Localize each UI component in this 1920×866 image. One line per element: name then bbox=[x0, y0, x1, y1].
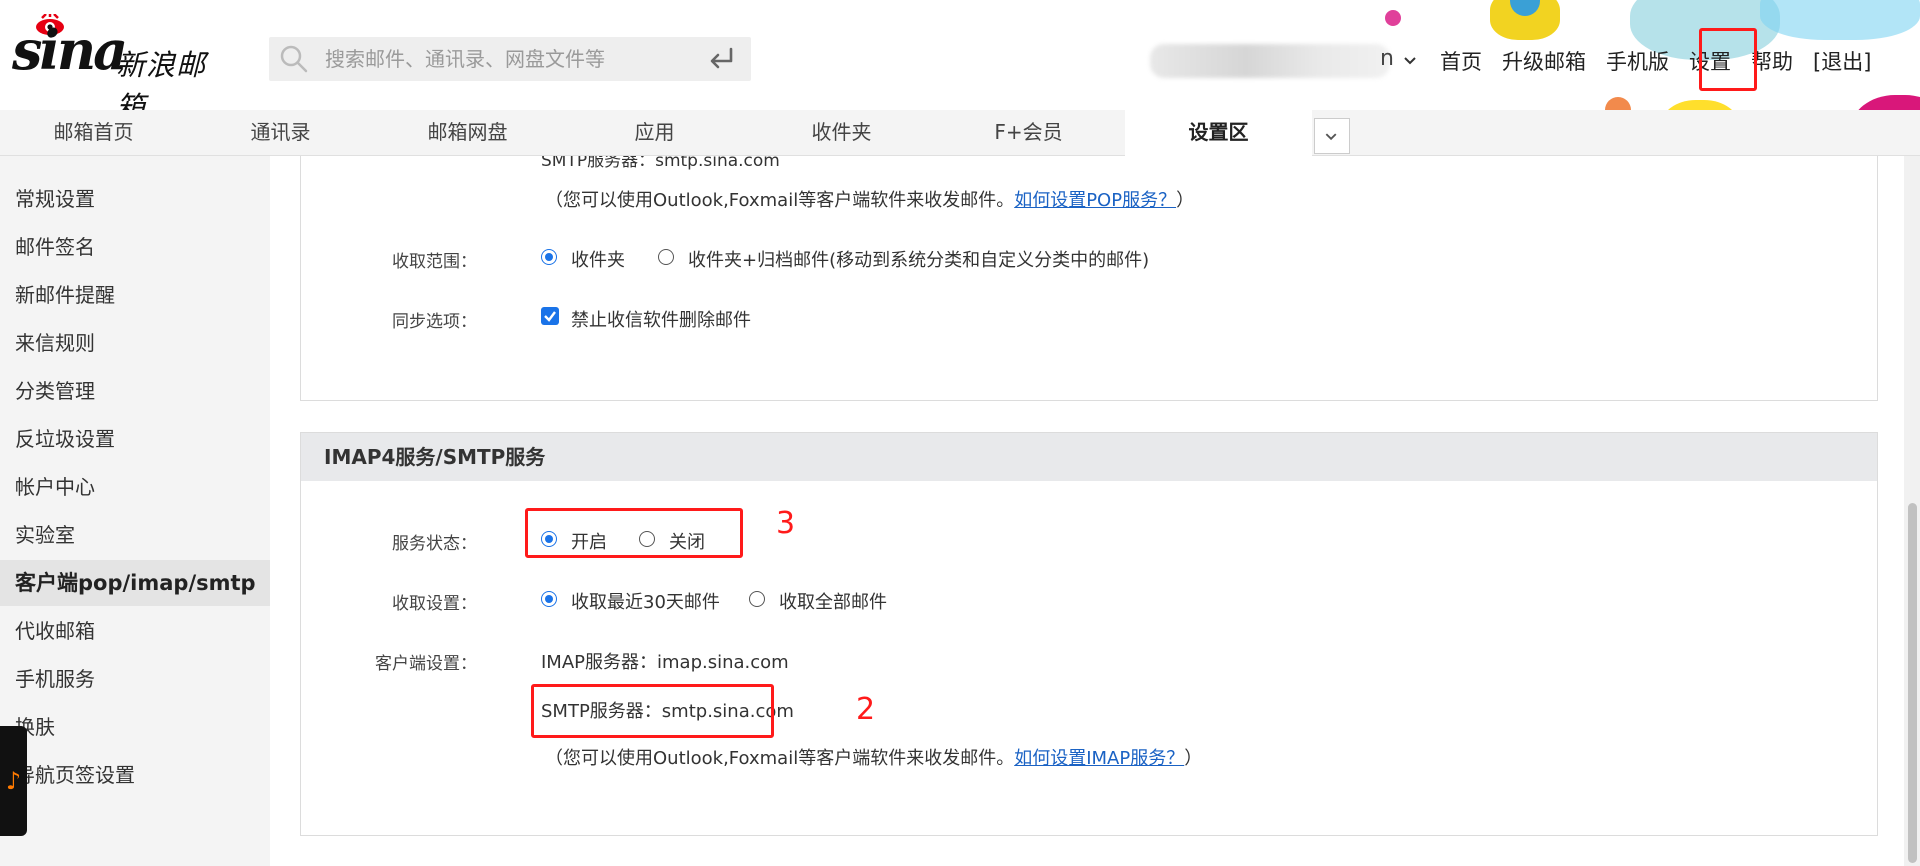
sync-label: 同步选项： bbox=[392, 312, 477, 332]
pop-help-note: （您可以使用Outlook,Foxmail等客户端软件来收发邮件。如何设置POP… bbox=[545, 186, 1194, 212]
sina-mail-logo[interactable]: sina 新浪邮箱 bbox=[12, 14, 227, 110]
account-name-tail: n bbox=[1380, 46, 1394, 71]
annotation-number-2: 2 bbox=[856, 692, 876, 727]
annotation-box-1 bbox=[1699, 28, 1757, 91]
page-scrollbar[interactable] bbox=[1904, 156, 1920, 866]
enter-icon[interactable] bbox=[707, 45, 737, 73]
fetch-setting-label: 收取设置： bbox=[392, 594, 477, 614]
chevron-down-icon bbox=[1325, 133, 1337, 141]
sidebar-item-general[interactable]: 常规设置 bbox=[0, 176, 270, 222]
settings-sidebar: 常规设置 邮件签名 新邮件提醒 来信规则 分类管理 反垃圾设置 帐户中心 实验室… bbox=[0, 156, 270, 866]
nav-logout[interactable]: [退出] bbox=[1813, 46, 1871, 76]
sidebar-item-signature[interactable]: 邮件签名 bbox=[0, 224, 270, 270]
flower-decoration bbox=[1760, 0, 1920, 40]
tab-mail-home[interactable]: 邮箱首页 bbox=[0, 110, 187, 155]
pop-note-prefix: （您可以使用Outlook,Foxmail等客户端软件来收发邮件。 bbox=[545, 190, 1015, 211]
annotation-number-3: 3 bbox=[776, 506, 796, 541]
search-bar[interactable] bbox=[269, 37, 751, 81]
tab-netdisk[interactable]: 邮箱网盘 bbox=[374, 110, 561, 155]
fetch-option-all[interactable]: 收取全部邮件 bbox=[779, 588, 887, 614]
header: sina 新浪邮箱 n 首页 升级邮箱 手机版 设置 帮助 [退出] 1 bbox=[0, 0, 1920, 110]
flower-decoration bbox=[1660, 100, 1740, 110]
fetch-radio-all[interactable] bbox=[749, 591, 765, 607]
tab-contacts[interactable]: 通讯录 bbox=[187, 110, 374, 155]
imap-server: IMAP服务器：imap.sina.com bbox=[541, 652, 789, 673]
tab-fplus-member[interactable]: F+会员 bbox=[935, 110, 1122, 155]
nav-home[interactable]: 首页 bbox=[1440, 46, 1482, 76]
tab-inbox[interactable]: 收件夹 bbox=[748, 110, 935, 155]
imap-help-note: （您可以使用Outlook,Foxmail等客户端软件来收发邮件。如何设置IMA… bbox=[545, 744, 1202, 770]
account-name-blurred bbox=[1150, 44, 1390, 78]
check-icon bbox=[544, 311, 556, 322]
sidebar-item-account-center[interactable]: 帐户中心 bbox=[0, 464, 270, 510]
sidebar-item-nav-tab-settings[interactable]: 导航页签设置 bbox=[0, 752, 270, 798]
settings-main: SMTP服务器：smtp.sina.com （您可以使用Outlook,Foxm… bbox=[270, 156, 1920, 866]
imap-section-title: IMAP4服务/SMTP服务 bbox=[301, 433, 1877, 481]
nav-help[interactable]: 帮助 bbox=[1751, 46, 1793, 76]
range-radio-inbox-archive[interactable] bbox=[658, 249, 674, 265]
fetch-radio-30days[interactable] bbox=[541, 591, 557, 607]
sidebar-item-mail-rules[interactable]: 来信规则 bbox=[0, 320, 270, 366]
flower-decoration bbox=[1605, 97, 1631, 110]
search-icon[interactable] bbox=[279, 44, 309, 74]
nav-mobile[interactable]: 手机版 bbox=[1606, 46, 1669, 76]
flower-decoration bbox=[1385, 10, 1401, 26]
pop-note-suffix: ） bbox=[1176, 190, 1195, 211]
fetch-option-30days[interactable]: 收取最近30天邮件 bbox=[571, 588, 720, 614]
service-status-label: 服务状态： bbox=[392, 534, 477, 554]
main-tab-bar: 邮箱首页 通讯录 邮箱网盘 应用 收件夹 F+会员 设置区 bbox=[0, 110, 1920, 156]
scrollbar-thumb[interactable] bbox=[1908, 503, 1917, 863]
search-input[interactable] bbox=[325, 37, 685, 81]
annotation-box-2 bbox=[531, 684, 774, 738]
nav-upgrade[interactable]: 升级邮箱 bbox=[1502, 46, 1586, 76]
sidebar-item-categories[interactable]: 分类管理 bbox=[0, 368, 270, 414]
sidebar-item-lab[interactable]: 实验室 bbox=[0, 512, 270, 558]
sync-option[interactable]: 禁止收信软件删除邮件 bbox=[571, 306, 751, 332]
imap-smtp-panel: IMAP4服务/SMTP服务 服务状态： 开启 关闭 收取设置： 收取最近30天… bbox=[300, 432, 1878, 836]
top-nav: 首页 升级邮箱 手机版 设置 帮助 [退出] bbox=[1440, 44, 1871, 78]
tab-more-button[interactable] bbox=[1314, 118, 1350, 154]
sidebar-item-skin[interactable]: 换肤 bbox=[0, 704, 270, 750]
tab-apps[interactable]: 应用 bbox=[561, 110, 748, 155]
sidebar-item-anti-spam[interactable]: 反垃圾设置 bbox=[0, 416, 270, 462]
sidebar-item-mobile-service[interactable]: 手机服务 bbox=[0, 656, 270, 702]
client-setting-label: 客户端设置： bbox=[375, 654, 477, 674]
product-name: 新浪邮箱 bbox=[116, 48, 207, 110]
tab-settings[interactable]: 设置区 bbox=[1125, 110, 1312, 156]
imap-note-suffix: ） bbox=[1184, 748, 1203, 769]
sidebar-item-client-pop-imap-smtp[interactable]: 客户端pop/imap/smtp bbox=[0, 560, 270, 606]
imap-note-prefix: （您可以使用Outlook,Foxmail等客户端软件来收发邮件。 bbox=[545, 748, 1015, 769]
sidebar-item-new-mail-alert[interactable]: 新邮件提醒 bbox=[0, 272, 270, 318]
range-radio-inbox[interactable] bbox=[541, 249, 557, 265]
imap-help-link[interactable]: 如何设置IMAP服务？ bbox=[1014, 748, 1184, 769]
chevron-down-icon[interactable] bbox=[1402, 48, 1418, 74]
sidebar-item-mail-fetch[interactable]: 代收邮箱 bbox=[0, 608, 270, 654]
sync-checkbox[interactable] bbox=[541, 307, 559, 325]
range-option-inbox-archive[interactable]: 收件夹+归档邮件(移动到系统分类和自定义分类中的邮件) bbox=[688, 246, 1149, 272]
pop-smtp-server: SMTP服务器：smtp.sina.com bbox=[541, 156, 780, 171]
sina-brand-text: sina bbox=[12, 18, 128, 82]
pop-help-link[interactable]: 如何设置POP服务？ bbox=[1014, 190, 1176, 211]
account-menu[interactable]: n bbox=[1150, 44, 1416, 78]
music-widget[interactable]: ♪ bbox=[0, 726, 27, 836]
annotation-box-3 bbox=[525, 508, 743, 558]
range-option-inbox[interactable]: 收件夹 bbox=[571, 246, 625, 272]
flower-decoration bbox=[1850, 95, 1920, 110]
pop-smtp-panel: SMTP服务器：smtp.sina.com （您可以使用Outlook,Foxm… bbox=[300, 156, 1878, 401]
music-note-icon: ♪ bbox=[5, 767, 22, 795]
range-label: 收取范围： bbox=[392, 252, 477, 272]
